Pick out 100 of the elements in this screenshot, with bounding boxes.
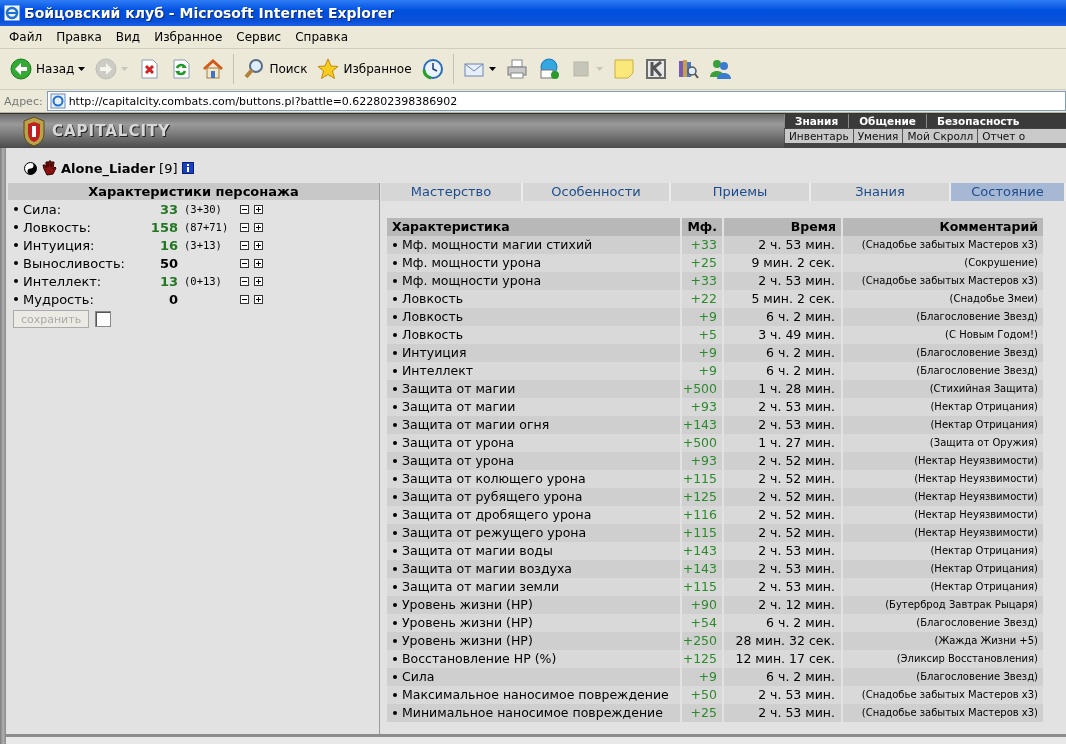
bullet-icon [393,639,397,643]
table-cell: (Снадобье забытых Мастеров x3) [843,272,1045,290]
tab[interactable]: Мастерство [381,183,523,201]
tab[interactable]: Знания [811,183,951,201]
table-cell: (Нектар Неуязвимости) [843,452,1045,470]
bullet-icon [393,333,397,337]
tab[interactable]: Особенности [523,183,671,201]
printer-icon [505,58,528,80]
nav-link[interactable]: Инвентарь [784,129,853,143]
menu-item[interactable]: Сервис [229,30,289,44]
table-cell: 2 ч. 52 мин. [724,524,843,542]
stat-bonus: (0+13) [183,275,223,287]
bullet-icon [393,549,397,553]
table-cell: (Нектар Отрицания) [843,542,1045,560]
stat-value: 50 [158,255,178,271]
table-cell: +143 [682,542,724,560]
stat-value: 33 [158,201,178,217]
bullet-icon [393,513,397,517]
table-cell: +125 [682,488,724,506]
plus-icon [255,277,262,285]
table-cell: 2 ч. 53 мин. [724,704,843,722]
table-cell: (Благословение Звезд) [843,614,1045,632]
nav-link[interactable]: Мой Скролл [902,129,978,143]
stat-value: 16 [158,237,178,253]
increase-button[interactable] [254,204,263,214]
back-button[interactable]: Назад [6,55,90,83]
table-cell: (Снадобье забытых Мастеров x3) [843,686,1045,704]
menu-item[interactable]: Справка [288,30,356,44]
table-cell: 6 ч. 2 мин. [724,362,843,380]
decrease-button[interactable] [240,276,249,286]
nav-link[interactable]: Безопасность [925,114,1030,128]
table-cell: (Эликсир Восстановления) [843,650,1045,668]
table-cell: +9 [682,668,724,686]
caret-icon [121,67,129,71]
menu-item[interactable]: Вид [108,30,148,44]
menu-item[interactable]: Избранное [147,30,230,44]
plus-icon [255,205,262,213]
bullet-icon [393,567,397,571]
table-cell: +9 [682,362,724,380]
increase-button[interactable] [254,240,263,250]
increase-button[interactable] [254,276,263,286]
tab[interactable]: Состояние [951,183,1066,201]
decrease-button[interactable] [240,240,249,250]
nav-link[interactable]: Знания [784,114,849,128]
table-cell: Мф. мощности урона [402,272,542,290]
table-cell: (Нектар Отрицания) [843,560,1045,578]
plus-icon [255,241,262,249]
star-icon [317,58,340,80]
favorites-button[interactable]: Избранное [313,55,416,83]
yin-yang-icon [24,161,37,175]
table-cell: +115 [682,524,724,542]
table-cell: +143 [682,416,724,434]
table-cell: 2 ч. 52 мин. [724,452,843,470]
column-header: Комментарий [843,218,1045,236]
increase-button[interactable] [254,258,263,268]
info-icon[interactable] [181,162,194,174]
table-cell: 2 ч. 52 мин. [724,470,843,488]
increase-button[interactable] [254,294,263,304]
table-cell: Уровень жизни (HP) [402,632,533,650]
menu-item[interactable]: Правка [49,30,109,44]
table-cell: (Стихийная Защита) [843,380,1045,398]
tile-icon [644,58,667,80]
table-cell: 2 ч. 53 мин. [724,560,843,578]
table-cell: 2 ч. 53 мин. [724,686,843,704]
table-cell: +50 [682,686,724,704]
increase-button[interactable] [254,222,263,232]
table-cell: 6 ч. 2 мин. [724,614,843,632]
stat-name: Сила: [23,201,62,217]
nav-link[interactable]: Общение [848,114,926,128]
address-field[interactable]: http://capitalcity.combats.com/buttons.pl?battle=0.622802398386902 [46,91,1066,111]
decrease-button[interactable] [240,222,249,232]
bullet-icon [393,693,397,697]
table-cell: Максимальное наносимое повреждение [402,686,669,704]
bullet-icon [393,243,397,247]
table-cell: Защита от магии [402,398,516,416]
table-cell: Ловкость [402,326,464,344]
search-button[interactable]: Поиск [239,55,312,83]
stat-value: 158 [149,219,178,235]
checkbox[interactable] [95,311,111,327]
menu-item[interactable]: Файл [2,30,50,44]
table-cell: 9 мин. 2 сек. [724,254,843,272]
table-cell: Защита от магии [402,380,516,398]
bullet-icon [393,459,397,463]
decrease-button[interactable] [240,204,249,214]
table-cell: (Нектар Неуязвимости) [843,524,1045,542]
table-cell: (С Новым Годом!) [843,326,1045,344]
column-header: Характеристика [387,218,682,236]
stat-name: Выносливость: [23,255,125,271]
bullet-icon [393,315,397,319]
plus-icon [255,295,262,303]
table-cell: 6 ч. 2 мин. [724,308,843,326]
table-cell: +143 [682,560,724,578]
table-cell: Ловкость [402,290,464,308]
bullet-icon [393,423,397,427]
nav-link[interactable]: Умения [852,129,903,143]
tab[interactable]: Приемы [671,183,811,201]
table-cell: +54 [682,614,724,632]
decrease-button[interactable] [240,294,249,304]
decrease-button[interactable] [240,258,249,268]
nav-link[interactable]: Отчет о [977,129,1030,143]
